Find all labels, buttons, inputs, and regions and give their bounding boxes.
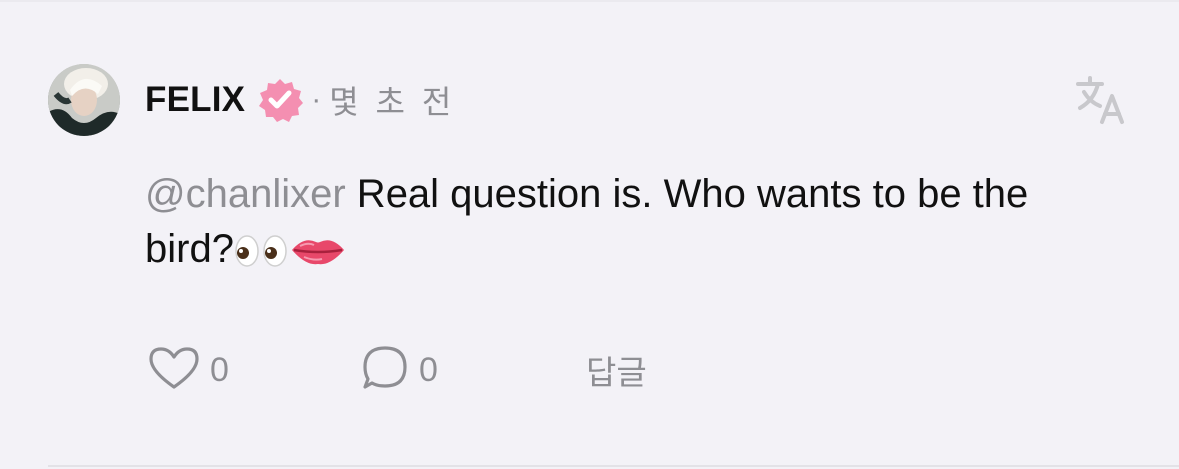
like-count: 0 [210,350,229,389]
comment-header: FELIX · 몇 초 전 [145,78,455,122]
reply-count: 0 [419,350,438,389]
action-bar: 0 0 답글 [148,343,748,397]
timestamp: 몇 초 전 [329,84,456,120]
speech-bubble-icon [361,344,409,397]
comment-text: Real question is. Who wants to be the [345,172,1029,216]
mention-link[interactable]: @chanlixer [145,172,346,216]
bottom-divider [48,465,1179,467]
comment-body: @chanlixer Real question is. Who wants t… [145,167,1135,283]
heart-icon [148,345,200,396]
avatar[interactable] [48,64,120,136]
lips-emoji [290,228,346,283]
translate-icon[interactable] [1074,74,1128,126]
comment-card: FELIX · 몇 초 전 @chanlixer Real question i… [0,0,1179,469]
separator-dot: · [311,83,322,116]
comment-line-2: bird? [145,222,1135,283]
username[interactable]: FELIX [145,80,245,120]
reply-button[interactable]: 답글 [586,343,647,397]
eyes-emoji [234,228,290,283]
verified-badge-icon [257,77,304,123]
like-button[interactable]: 0 [148,343,229,397]
comment-text-continued: bird? [145,227,234,271]
comment-button[interactable]: 0 [361,343,438,397]
comment-line-1: @chanlixer Real question is. Who wants t… [145,167,1135,222]
